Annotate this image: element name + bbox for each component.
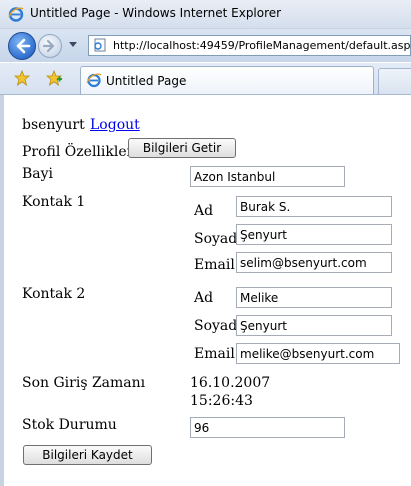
last-login-label: Son Giriş Zamanı bbox=[22, 375, 146, 391]
internet-explorer-tab-icon bbox=[86, 73, 102, 88]
last-login-time: 15:26:43 bbox=[190, 393, 253, 409]
contact1-name-label: Ad bbox=[194, 203, 214, 219]
contact1-email-field[interactable] bbox=[236, 252, 392, 273]
stock-field[interactable] bbox=[190, 417, 345, 438]
stock-label: Stok Durumu bbox=[22, 417, 117, 433]
contact1-name-field[interactable] bbox=[236, 196, 392, 217]
favorites-star-icon[interactable] bbox=[14, 70, 30, 86]
navigation-bar: http://localhost:49459/ProfileManagement… bbox=[0, 29, 411, 62]
new-tab-button[interactable] bbox=[378, 68, 411, 94]
contact2-name-field[interactable] bbox=[236, 287, 392, 308]
tab-label: Untitled Page bbox=[106, 74, 187, 88]
contact2-surname-label: Soyad bbox=[194, 318, 238, 334]
contact1-surname-label: Soyad bbox=[194, 231, 238, 247]
tab-untitled-page[interactable]: Untitled Page bbox=[80, 66, 374, 94]
contact1-label: Kontak 1 bbox=[22, 194, 86, 210]
forward-button[interactable] bbox=[38, 34, 62, 58]
back-button[interactable] bbox=[8, 32, 36, 60]
window-border bbox=[0, 95, 4, 486]
contact2-email-label: Email bbox=[194, 346, 235, 362]
title-bar: Untitled Page - Windows Internet Explore… bbox=[0, 0, 411, 29]
fetch-info-button[interactable]: Bilgileri Getir bbox=[128, 138, 236, 158]
contact2-surname-field[interactable] bbox=[236, 315, 392, 336]
history-dropdown-icon[interactable] bbox=[66, 36, 80, 52]
add-to-favorites-icon[interactable] bbox=[46, 70, 62, 86]
contact1-surname-field[interactable] bbox=[236, 224, 392, 245]
logout-link[interactable]: Logout bbox=[90, 117, 140, 133]
contact2-label: Kontak 2 bbox=[22, 286, 86, 302]
window-title: Untitled Page - Windows Internet Explore… bbox=[30, 6, 282, 20]
profile-properties-label: Profil Özellikleri bbox=[22, 144, 138, 160]
address-bar[interactable]: http://localhost:49459/ProfileManagement… bbox=[88, 35, 411, 56]
page-icon bbox=[94, 38, 106, 52]
last-login-date: 16.10.2007 bbox=[190, 375, 271, 391]
save-info-button[interactable]: Bilgileri Kaydet bbox=[23, 445, 152, 465]
contact1-email-label: Email bbox=[194, 257, 235, 273]
contact2-email-field[interactable] bbox=[236, 343, 400, 364]
contact2-name-label: Ad bbox=[194, 290, 214, 306]
dealer-label: Bayi bbox=[22, 166, 54, 182]
address-url[interactable]: http://localhost:49459/ProfileManagement… bbox=[113, 39, 411, 52]
internet-explorer-logo-icon bbox=[8, 7, 24, 22]
dealer-field[interactable] bbox=[190, 166, 345, 187]
user-name: bsenyurt bbox=[22, 117, 85, 133]
forward-arrow-icon bbox=[42, 39, 55, 53]
tab-bar: Untitled Page bbox=[0, 63, 411, 95]
back-arrow-icon bbox=[16, 38, 31, 54]
